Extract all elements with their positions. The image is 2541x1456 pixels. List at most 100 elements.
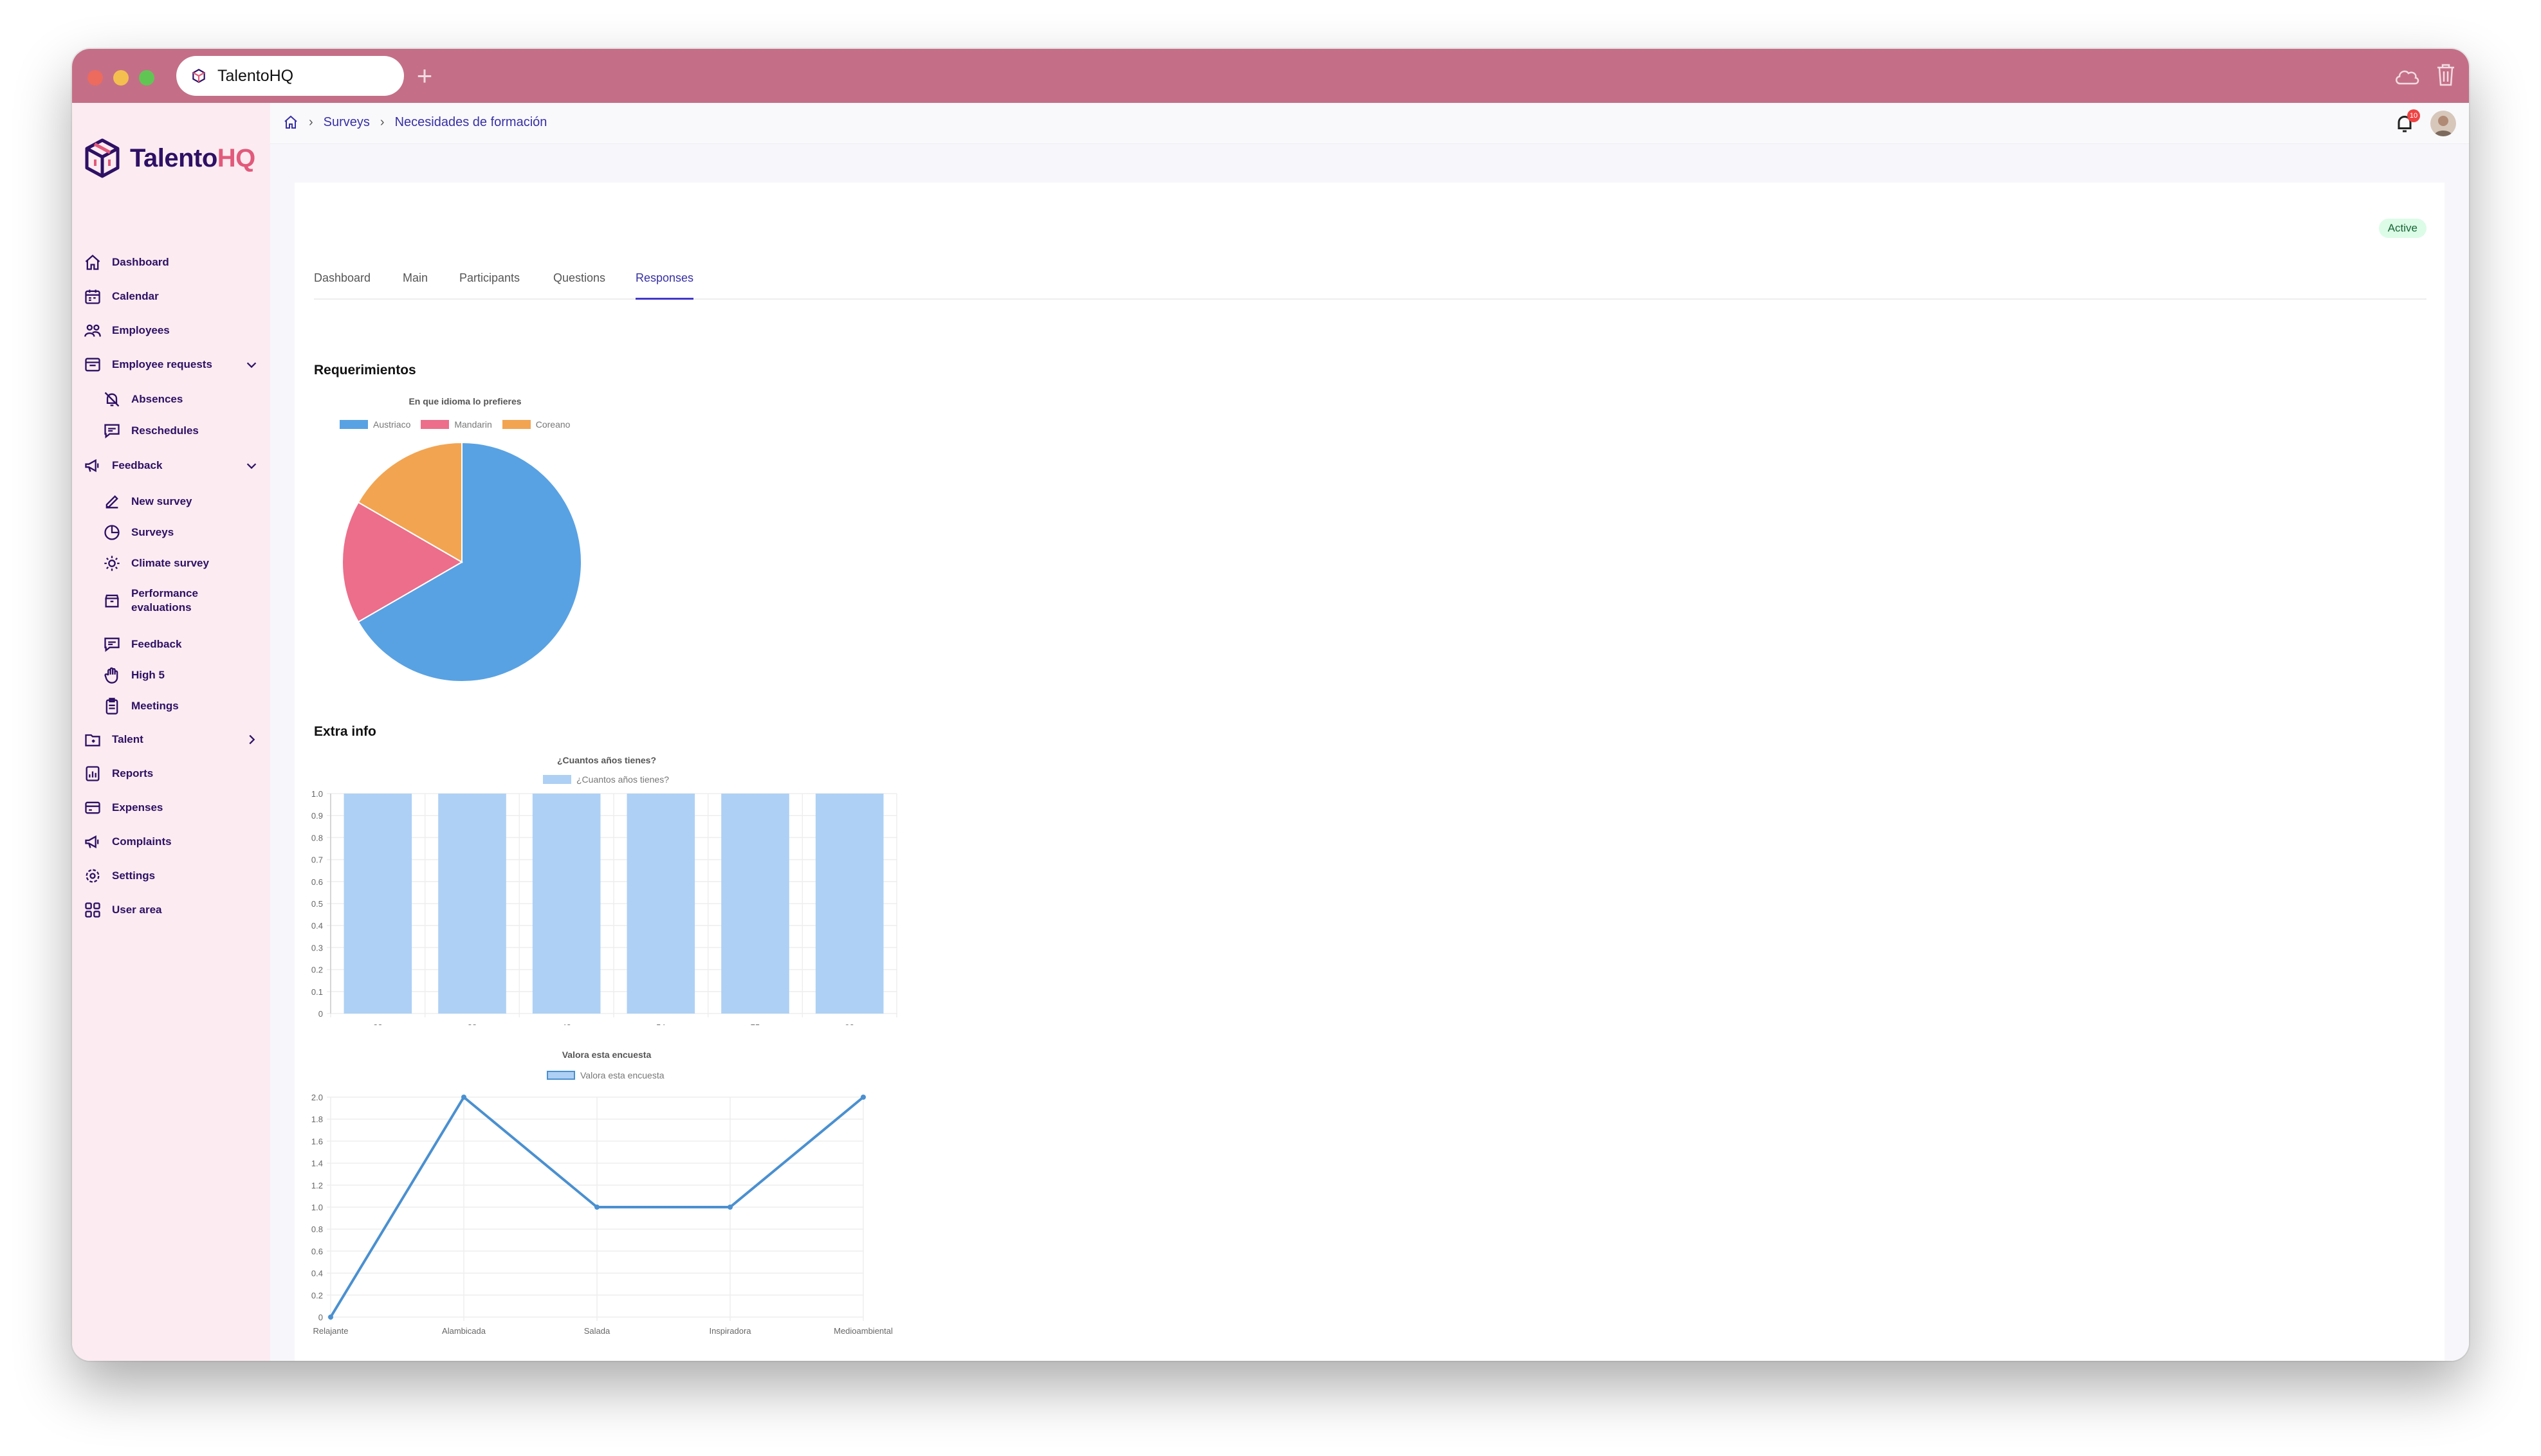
bar[interactable] (721, 794, 789, 1014)
sidebar-item-user-area[interactable]: User area (84, 897, 259, 923)
sidebar-item-reports[interactable]: Reports (84, 761, 259, 787)
archive-icon (103, 592, 121, 610)
close-window-button[interactable] (87, 70, 103, 86)
tab-main[interactable]: Main (403, 268, 428, 300)
tab-responses[interactable]: Responses (636, 268, 694, 300)
legend-label: Valora esta encuesta (580, 1070, 665, 1080)
sidebar-item-new-survey[interactable]: New survey (103, 489, 257, 514)
sidebar-item-label: Complaints (112, 835, 172, 848)
notification-badge: 10 (2407, 109, 2420, 122)
breadcrumb: › Surveys › Necesidades de formación (283, 114, 547, 130)
bar[interactable] (438, 794, 506, 1014)
breadcrumb-current[interactable]: Necesidades de formación (395, 115, 547, 130)
browser-titlebar: TalentoHQ + (72, 49, 2469, 103)
sidebar-item-label: Calendar (112, 290, 159, 302)
x-tick-label: Relajante (313, 1326, 349, 1336)
sidebar-item-label: Settings (112, 869, 156, 882)
sidebar-item-feedback[interactable]: Feedback (84, 453, 259, 478)
sidebar-item-label: Absences (131, 393, 183, 405)
legend-swatch (547, 1071, 575, 1080)
minimize-window-button[interactable] (113, 70, 129, 86)
survey-tabs: Dashboard Main Participants Questions Re… (314, 268, 2426, 300)
sidebar-item-surveys[interactable]: Surveys (103, 520, 257, 545)
sidebar-item-label: Surveys (131, 526, 174, 538)
y-tick-label: 0.4 (311, 921, 323, 931)
avatar[interactable] (2430, 111, 2456, 136)
home-icon (84, 253, 102, 271)
browser-tab[interactable]: TalentoHQ (176, 56, 404, 96)
y-tick-label: 0.5 (311, 899, 323, 909)
top-bar: › Surveys › Necesidades de formación 10 (270, 103, 2469, 144)
y-tick-label: 0.2 (311, 1291, 323, 1300)
bell-off-icon (103, 390, 121, 408)
bar[interactable] (815, 794, 884, 1014)
sidebar-item-expenses[interactable]: Expenses (84, 795, 259, 821)
sidebar-item-employee-requests[interactable]: Employee requests (84, 352, 259, 378)
sidebar-item-settings[interactable]: Settings (84, 863, 259, 889)
legend-item[interactable]: ¿Cuantos años tienes? (543, 774, 669, 785)
sidebar-item-talent[interactable]: Talent (84, 727, 259, 752)
browser-tab-title: TalentoHQ (217, 66, 294, 85)
legend-item[interactable]: Coreano (502, 419, 570, 430)
section-title-requirements: Requerimientos (314, 363, 416, 378)
sidebar-item-climate-survey[interactable]: Climate survey (103, 551, 257, 576)
legend-swatch (543, 775, 571, 784)
y-tick-label: 1.2 (311, 1181, 323, 1190)
y-tick-label: 0.8 (311, 833, 323, 842)
x-tick-label: Medioambiental (834, 1326, 893, 1336)
bar[interactable] (627, 794, 695, 1014)
chevron-down-icon[interactable] (244, 358, 259, 372)
data-point[interactable] (328, 1315, 333, 1320)
sidebar-item-feedback-sub[interactable]: Feedback (103, 632, 257, 657)
data-point[interactable] (461, 1095, 466, 1100)
y-tick-label: 0.4 (311, 1269, 323, 1279)
new-tab-button[interactable]: + (412, 60, 437, 92)
bar[interactable] (532, 794, 601, 1014)
x-tick-label: 54 (656, 1023, 665, 1025)
breadcrumb-surveys[interactable]: Surveys (324, 115, 370, 130)
home-icon[interactable] (283, 114, 298, 130)
legend-item[interactable]: Valora esta encuesta (547, 1070, 665, 1080)
x-tick-label: 33 (373, 1023, 382, 1025)
legend-label: Austriaco (373, 419, 411, 430)
maximize-window-button[interactable] (139, 70, 154, 86)
megaphone-icon (84, 457, 102, 475)
tab-participants[interactable]: Participants (459, 268, 520, 300)
data-point[interactable] (861, 1095, 866, 1100)
data-point[interactable] (594, 1205, 600, 1210)
sidebar-item-complaints[interactable]: Complaints (84, 829, 259, 855)
sidebar-item-absences[interactable]: Absences (103, 387, 257, 412)
legend-item[interactable]: Mandarin (421, 419, 492, 430)
legend-swatch (421, 420, 450, 429)
tab-questions[interactable]: Questions (553, 268, 605, 300)
tab-dashboard[interactable]: Dashboard (314, 268, 371, 300)
sidebar-item-label: Feedback (131, 638, 182, 650)
line-chart: 0 0.2 0.4 0.6 0.8 1.0 1.2 1.4 1.6 1.8 2.0 Relajante… (311, 1093, 893, 1336)
sidebar-item-employees[interactable]: Employees (84, 318, 259, 343)
sidebar-item-dashboard[interactable]: Dashboard (84, 250, 259, 275)
bar-chart: 0 0.1 0.2 0.3 0.4 0.5 0.6 0.7 0.8 0.9 1.0 33 38 43 54 7… (311, 789, 897, 1025)
trash-icon[interactable] (2434, 62, 2457, 87)
y-tick-label: 0.2 (311, 965, 323, 975)
chevron-down-icon[interactable] (244, 459, 259, 473)
logo-text-hq: HQ (217, 143, 256, 172)
legend-item[interactable]: Austriaco (340, 419, 410, 430)
sidebar-item-high-5[interactable]: High 5 (103, 662, 257, 688)
y-tick-label: 1.6 (311, 1136, 323, 1146)
sidebar-item-meetings[interactable]: Meetings (103, 693, 257, 719)
data-point[interactable] (728, 1205, 733, 1210)
users-icon (84, 322, 102, 340)
sidebar-item-reschedules[interactable]: Reschedules (103, 418, 257, 444)
cloud-icon[interactable] (2393, 64, 2420, 87)
talentohq-logo[interactable]: TalentoHQ (84, 138, 255, 179)
bar[interactable] (344, 794, 412, 1014)
sidebar-item-performance-evaluations[interactable]: Performance evaluations (103, 587, 257, 623)
chevron-right-icon: › (380, 114, 385, 129)
section-title-extra-info: Extra info (314, 724, 376, 739)
sidebar-item-label: High 5 (131, 669, 165, 681)
x-tick-label: 75 (751, 1023, 760, 1025)
message-icon (103, 635, 121, 653)
chevron-right-icon[interactable] (244, 733, 259, 747)
sidebar-item-calendar[interactable]: Calendar (84, 284, 259, 309)
legend-label: Mandarin (454, 419, 492, 430)
